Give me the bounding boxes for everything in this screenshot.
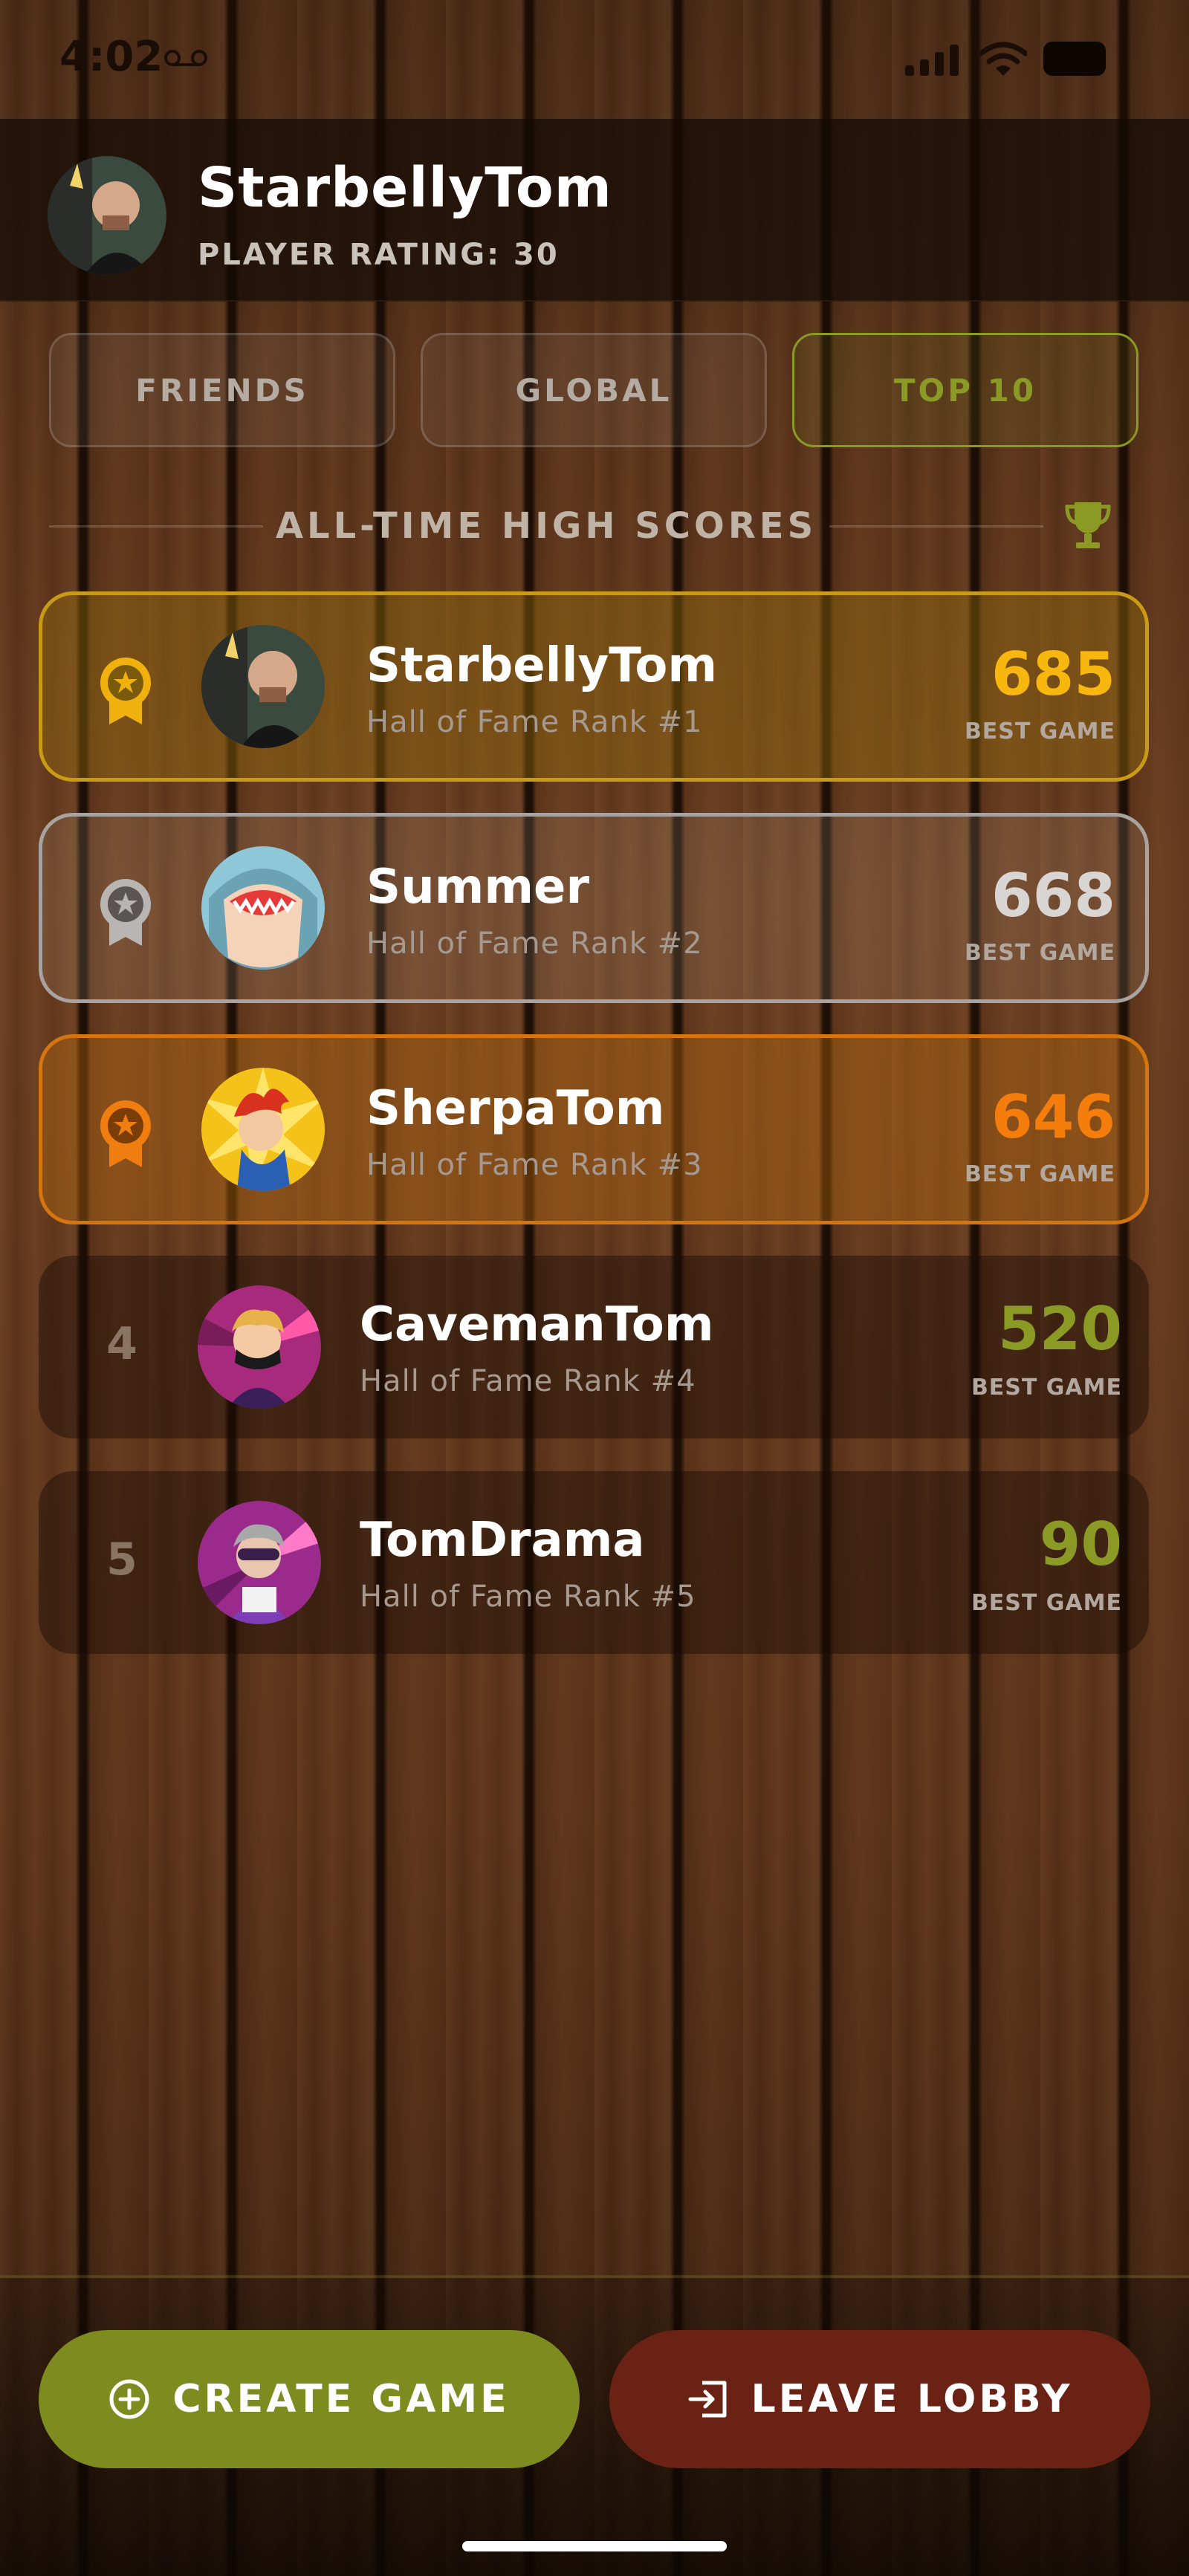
profile-name: StarbellyTom	[198, 156, 612, 220]
player-avatar	[201, 625, 325, 748]
rank-number: 4	[106, 1318, 137, 1370]
leave-lobby-button[interactable]: LEAVE LOBBY	[609, 2330, 1150, 2468]
player-name: CavemanTom	[360, 1297, 714, 1352]
player-rating: PLAYER RATING: 30	[198, 238, 560, 272]
player-avatar	[201, 846, 325, 970]
player-rank-text: Hall of Fame Rank #4	[360, 1364, 696, 1398]
section-divider-right	[829, 525, 1043, 528]
tab-global[interactable]: GLOBAL	[421, 333, 767, 447]
tab-top-10[interactable]: TOP 10	[792, 333, 1138, 447]
player-score: 520	[998, 1294, 1122, 1363]
status-time: 4:02	[59, 33, 163, 81]
leaderboard-row-4[interactable]: 4 CavemanTom Hall of Fame Rank #4 520 BE…	[39, 1256, 1149, 1438]
bronze-medal-icon	[100, 1100, 151, 1167]
best-game-label: BEST GAME	[971, 1590, 1122, 1616]
leaderboard-row-5[interactable]: 5 TomDrama Hall of Fame Rank #5 90 BEST …	[39, 1471, 1149, 1654]
wifi-icon	[979, 42, 1027, 76]
trophy-icon	[1065, 502, 1111, 548]
leaderboard-row-2[interactable]: Summer Hall of Fame Rank #2 668 BEST GAM…	[39, 813, 1149, 1003]
create-game-button[interactable]: CREATE GAME	[39, 2330, 580, 2468]
cellular-signal-icon	[905, 45, 959, 76]
player-avatar	[198, 1285, 321, 1409]
voicemail-icon	[164, 50, 207, 66]
silver-medal-icon	[100, 879, 151, 946]
best-game-label: BEST GAME	[964, 718, 1115, 744]
player-rank-text: Hall of Fame Rank #2	[366, 927, 703, 961]
player-rank-text: Hall of Fame Rank #1	[366, 705, 703, 739]
exit-icon	[688, 2381, 727, 2418]
player-avatar	[201, 1068, 325, 1191]
player-rank-text: Hall of Fame Rank #3	[366, 1148, 703, 1182]
player-rank-text: Hall of Fame Rank #5	[360, 1580, 696, 1614]
home-indicator[interactable]	[462, 2541, 727, 2551]
player-score: 685	[991, 640, 1115, 709]
player-score: 90	[1039, 1510, 1122, 1579]
player-name: StarbellyTom	[366, 638, 718, 693]
leaderboard-row-1[interactable]: StarbellyTom Hall of Fame Rank #1 685 BE…	[39, 591, 1149, 782]
best-game-label: BEST GAME	[964, 1161, 1115, 1187]
create-game-label: CREATE GAME	[172, 2377, 510, 2421]
player-score: 646	[991, 1083, 1115, 1152]
player-score: 668	[991, 861, 1115, 930]
plus-circle-icon	[109, 2379, 149, 2419]
player-avatar	[198, 1501, 321, 1624]
profile-avatar[interactable]	[48, 156, 166, 275]
leaderboard-row-3[interactable]: SherpaTom Hall of Fame Rank #3 646 BEST …	[39, 1034, 1149, 1224]
player-name: TomDrama	[360, 1513, 645, 1568]
player-name: SherpaTom	[366, 1081, 665, 1136]
rank-number: 5	[106, 1534, 137, 1586]
leave-lobby-label: LEAVE LOBBY	[751, 2377, 1073, 2421]
gold-medal-icon	[100, 658, 151, 724]
battery-icon	[1043, 42, 1106, 76]
player-name: Summer	[366, 860, 589, 915]
best-game-label: BEST GAME	[971, 1375, 1122, 1401]
best-game-label: BEST GAME	[964, 940, 1115, 966]
tab-friends[interactable]: FRIENDS	[49, 333, 395, 447]
